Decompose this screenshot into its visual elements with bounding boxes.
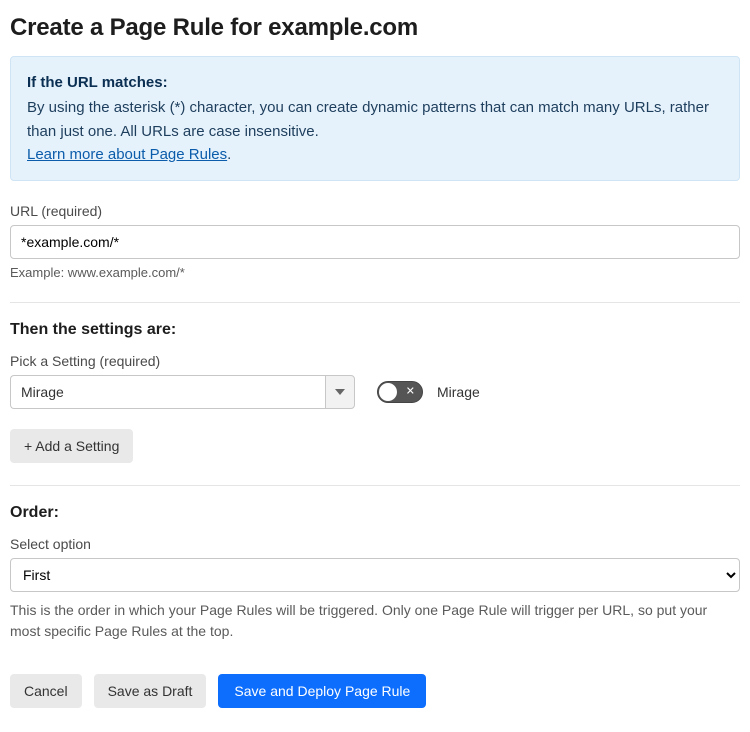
url-hint: Example: www.example.com/* bbox=[10, 265, 740, 280]
add-setting-button[interactable]: + Add a Setting bbox=[10, 429, 133, 463]
info-text: By using the asterisk (*) character, you… bbox=[27, 99, 709, 139]
order-select[interactable]: First bbox=[10, 558, 740, 592]
url-label: URL (required) bbox=[10, 203, 740, 219]
pick-setting-label: Pick a Setting (required) bbox=[10, 353, 740, 369]
url-input[interactable] bbox=[10, 225, 740, 259]
toggle-label: Mirage bbox=[437, 384, 480, 400]
setting-select[interactable]: Mirage bbox=[10, 375, 355, 409]
footer-actions: Cancel Save as Draft Save and Deploy Pag… bbox=[10, 674, 740, 708]
order-select-label: Select option bbox=[10, 536, 740, 552]
order-description: This is the order in which your Page Rul… bbox=[10, 600, 740, 642]
setting-selected-value: Mirage bbox=[10, 375, 325, 409]
settings-heading: Then the settings are: bbox=[10, 321, 740, 339]
toggle-knob bbox=[379, 383, 397, 401]
order-heading: Order: bbox=[10, 504, 740, 522]
page-title: Create a Page Rule for example.com bbox=[10, 14, 740, 42]
save-deploy-button[interactable]: Save and Deploy Page Rule bbox=[218, 674, 426, 708]
info-heading: If the URL matches: bbox=[27, 71, 723, 94]
setting-dropdown-button[interactable] bbox=[325, 375, 355, 409]
mirage-toggle[interactable]: ✕ bbox=[377, 381, 423, 403]
save-draft-button[interactable]: Save as Draft bbox=[94, 674, 207, 708]
close-icon: ✕ bbox=[406, 387, 415, 398]
cancel-button[interactable]: Cancel bbox=[10, 674, 82, 708]
divider bbox=[10, 485, 740, 486]
info-box: If the URL matches: By using the asteris… bbox=[10, 56, 740, 181]
info-link-suffix: . bbox=[227, 146, 231, 163]
divider bbox=[10, 302, 740, 303]
chevron-down-icon bbox=[335, 389, 345, 395]
learn-more-link[interactable]: Learn more about Page Rules bbox=[27, 146, 227, 163]
info-body: By using the asterisk (*) character, you… bbox=[27, 96, 723, 166]
